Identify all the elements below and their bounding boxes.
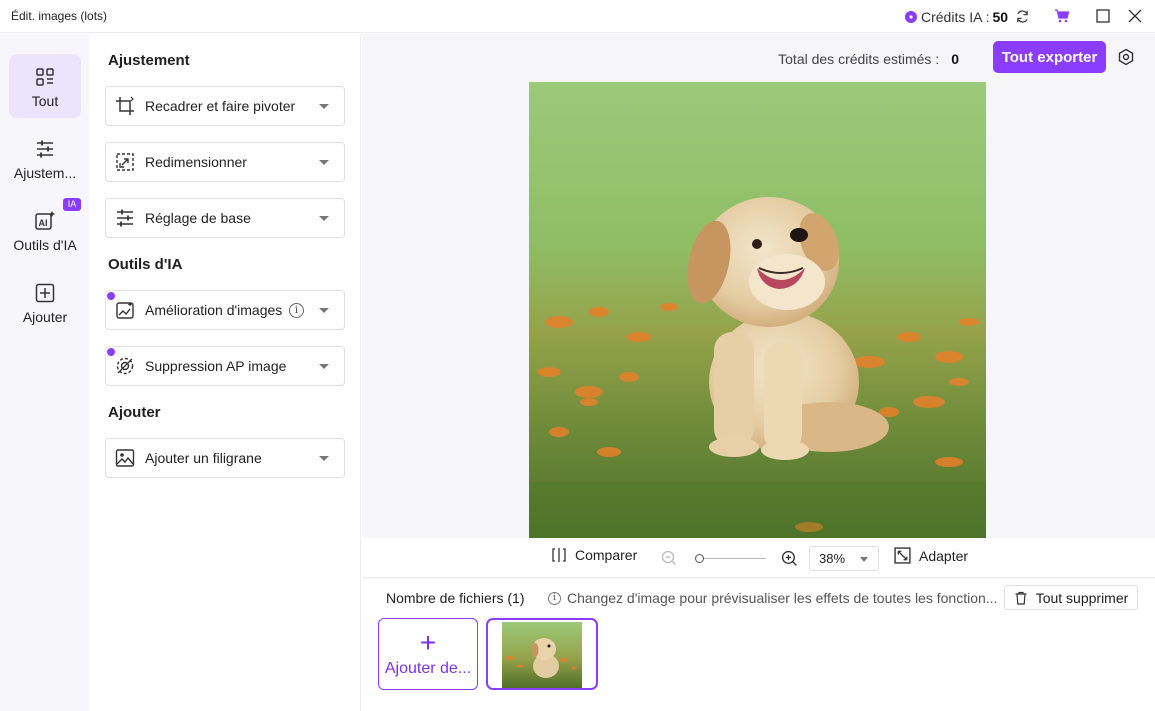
tool-panel: Ajustement Recadrer et faire pivoter Red…	[89, 34, 361, 711]
sliders-icon	[115, 208, 135, 228]
cart-icon[interactable]	[1052, 6, 1072, 26]
ai-dot-icon	[105, 346, 117, 358]
estimated-credits-value: 0	[951, 51, 959, 67]
zoom-slider-knob[interactable]	[695, 554, 704, 563]
tool-label: Recadrer et faire pivoter	[145, 98, 296, 114]
rail-label: Ajustem...	[13, 165, 77, 181]
compare-icon	[552, 548, 566, 562]
zoom-out-icon[interactable]	[661, 550, 677, 566]
tool-label: Ajouter un filigrane	[145, 450, 262, 466]
compare-label: Comparer	[575, 547, 638, 563]
chevron-down-icon	[860, 557, 868, 562]
main-area: Total des crédits estimés : 0 Tout export…	[362, 34, 1155, 711]
tool-label: Amélioration d'images	[145, 302, 283, 318]
crop-icon	[115, 96, 135, 116]
compare-button[interactable]: Comparer	[551, 547, 637, 563]
rail-item-ajouter[interactable]: Ajouter	[9, 270, 81, 334]
tool-label: Réglage de base	[145, 210, 251, 226]
info-icon: i	[548, 591, 561, 605]
zoom-value: 38%	[819, 551, 846, 566]
main-header: Total des crédits estimés : 0 Tout export…	[362, 34, 1155, 82]
tool-watermark[interactable]: Ajouter un filigrane	[105, 438, 345, 478]
thumbnail-image	[502, 622, 582, 688]
rail-label: Tout	[31, 93, 59, 109]
rail-label: Ajouter	[22, 309, 68, 325]
delete-all-label: Tout supprimer	[1035, 589, 1129, 606]
window-title: Édit. images (lots)	[11, 9, 108, 23]
trash-icon	[1015, 591, 1027, 605]
ai-dot-icon	[105, 290, 117, 302]
rail-label: Outils d'IA	[13, 237, 77, 253]
chevron-down-icon	[319, 308, 329, 313]
ai-credits: Crédits IA : 50	[905, 8, 1008, 26]
settings-icon[interactable]	[1117, 48, 1135, 66]
files-count: Nombre de fichiers (1)	[386, 590, 525, 606]
info-icon[interactable]: i	[289, 303, 304, 318]
tool-label: Suppression AP image	[145, 358, 287, 374]
sliders-icon	[34, 138, 56, 160]
tool-image-enhance[interactable]: Amélioration d'images i	[105, 290, 345, 330]
ai-icon: AI	[34, 210, 56, 232]
fit-label: Adapter	[919, 547, 969, 564]
enhance-icon	[115, 300, 135, 320]
add-square-icon	[34, 282, 56, 304]
left-rail: Tout Ajustem... AI Outils d'IA IA Ajoute…	[0, 34, 89, 711]
hint-text: Changez d'image pour prévisualiser les e…	[567, 590, 998, 606]
watermark-icon	[115, 448, 135, 468]
credits-label: Crédits IA :	[921, 9, 990, 25]
puppy-photo	[529, 82, 986, 538]
image-preview	[529, 82, 986, 538]
credits-coin-icon	[905, 11, 917, 23]
zoom-in-icon[interactable]	[781, 550, 798, 567]
tool-remove-bg[interactable]: Suppression AP image	[105, 346, 345, 386]
fit-button[interactable]: Adapter	[894, 547, 968, 564]
tool-basic-adjust[interactable]: Réglage de base	[105, 198, 345, 238]
delete-all-button[interactable]: Tout supprimer	[1004, 585, 1138, 610]
add-images-button[interactable]: + Ajouter de...	[378, 618, 478, 690]
estimated-credits-label: Total des crédits estimés :	[778, 51, 940, 67]
estimated-credits: Total des crédits estimés : 0	[778, 51, 959, 67]
close-icon[interactable]	[1125, 6, 1145, 26]
credits-value: 50	[992, 9, 1009, 25]
zoom-select[interactable]: 38%	[809, 546, 879, 571]
zoom-slider-track[interactable]	[696, 558, 766, 559]
file-thumbnail[interactable]	[486, 618, 598, 690]
refresh-icon[interactable]	[1012, 6, 1032, 26]
rail-item-ajustement[interactable]: Ajustem...	[9, 126, 81, 190]
chevron-down-icon	[319, 364, 329, 369]
tool-resize[interactable]: Redimensionner	[105, 142, 345, 182]
chevron-down-icon	[319, 104, 329, 109]
title-bar: Édit. images (lots) Crédits IA : 50	[0, 0, 1155, 33]
resize-icon	[115, 152, 135, 172]
grid-icon	[34, 66, 56, 88]
tool-crop-rotate[interactable]: Recadrer et faire pivoter	[105, 86, 345, 126]
tool-label: Redimensionner	[145, 154, 247, 170]
svg-text:AI: AI	[39, 218, 48, 228]
ia-badge: IA	[63, 198, 81, 211]
chevron-down-icon	[319, 216, 329, 221]
plus-icon: +	[419, 627, 437, 658]
remove-bg-icon	[115, 356, 135, 376]
preview-hint: i Changez d'image pour prévisualiser les…	[548, 590, 997, 606]
chevron-down-icon	[319, 160, 329, 165]
section-title-outils-ia: Outils d'IA	[108, 256, 183, 273]
section-title-ajustement: Ajustement	[108, 52, 190, 69]
zoom-bar: Comparer 38% Adapter	[362, 538, 1155, 578]
fit-icon	[894, 547, 911, 564]
rail-item-tout[interactable]: Tout	[9, 54, 81, 118]
section-title-ajouter: Ajouter	[108, 404, 161, 421]
files-strip: Nombre de fichiers (1) i Changez d'image…	[362, 579, 1155, 711]
export-all-button[interactable]: Tout exporter	[993, 41, 1106, 73]
add-images-label: Ajouter de...	[384, 660, 472, 677]
maximize-icon[interactable]	[1093, 6, 1113, 26]
chevron-down-icon	[319, 456, 329, 461]
